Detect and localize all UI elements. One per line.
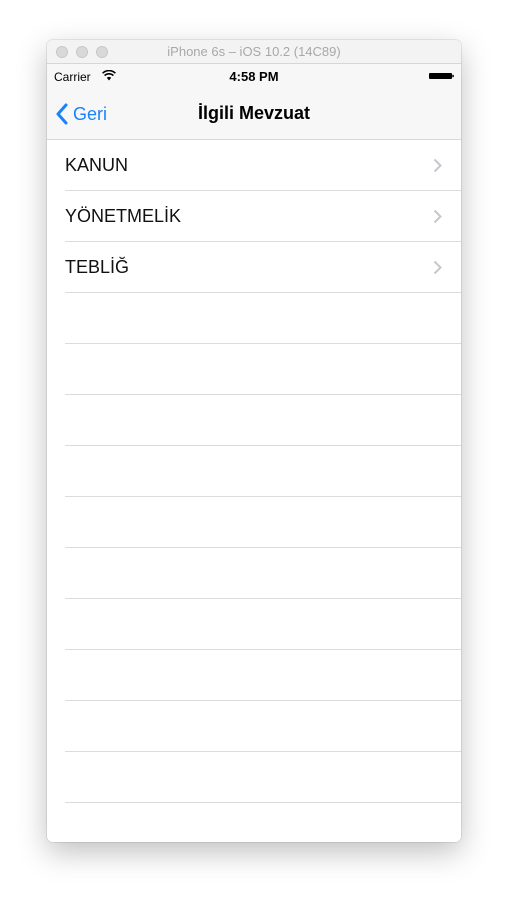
status-time: 4:58 PM — [229, 69, 279, 84]
empty-row — [47, 293, 461, 344]
list-item-teblig[interactable]: TEBLİĞ — [47, 242, 461, 293]
chevron-right-icon — [433, 209, 442, 224]
list-item-yonetmelik[interactable]: YÖNETMELİK — [47, 191, 461, 242]
empty-row — [47, 395, 461, 446]
device-screen: Carrier 4:58 PM Geri İlgili Mevzuat KANU… — [47, 64, 461, 842]
empty-row — [47, 497, 461, 548]
list-item-label: KANUN — [65, 155, 129, 175]
window-titlebar: iPhone 6s – iOS 10.2 (14C89) — [47, 40, 461, 64]
empty-row — [47, 650, 461, 701]
empty-row — [47, 599, 461, 650]
list-item-label: TEBLİĞ — [65, 257, 130, 277]
empty-row — [47, 344, 461, 395]
page-title: İlgili Mevzuat — [197, 103, 311, 123]
empty-row — [47, 752, 461, 803]
battery-icon — [429, 73, 454, 79]
empty-row — [47, 548, 461, 599]
chevron-right-icon — [433, 260, 442, 275]
empty-row — [47, 446, 461, 497]
list-item-kanun[interactable]: KANUN — [47, 140, 461, 191]
row-separator — [65, 802, 461, 803]
legislation-list: KANUN YÖNETMELİK TEBLİĞ — [47, 140, 461, 803]
status-bar: Carrier 4:58 PM — [47, 64, 461, 86]
empty-row — [47, 701, 461, 752]
navigation-bar: Carrier 4:58 PM Geri İlgili Mevzuat — [47, 64, 461, 140]
simulator-window: iPhone 6s – iOS 10.2 (14C89) Carrier 4:5… — [47, 40, 461, 842]
chevron-right-icon — [433, 158, 442, 173]
window-title: iPhone 6s – iOS 10.2 (14C89) — [167, 44, 341, 59]
list-item-label: YÖNETMELİK — [65, 206, 182, 226]
